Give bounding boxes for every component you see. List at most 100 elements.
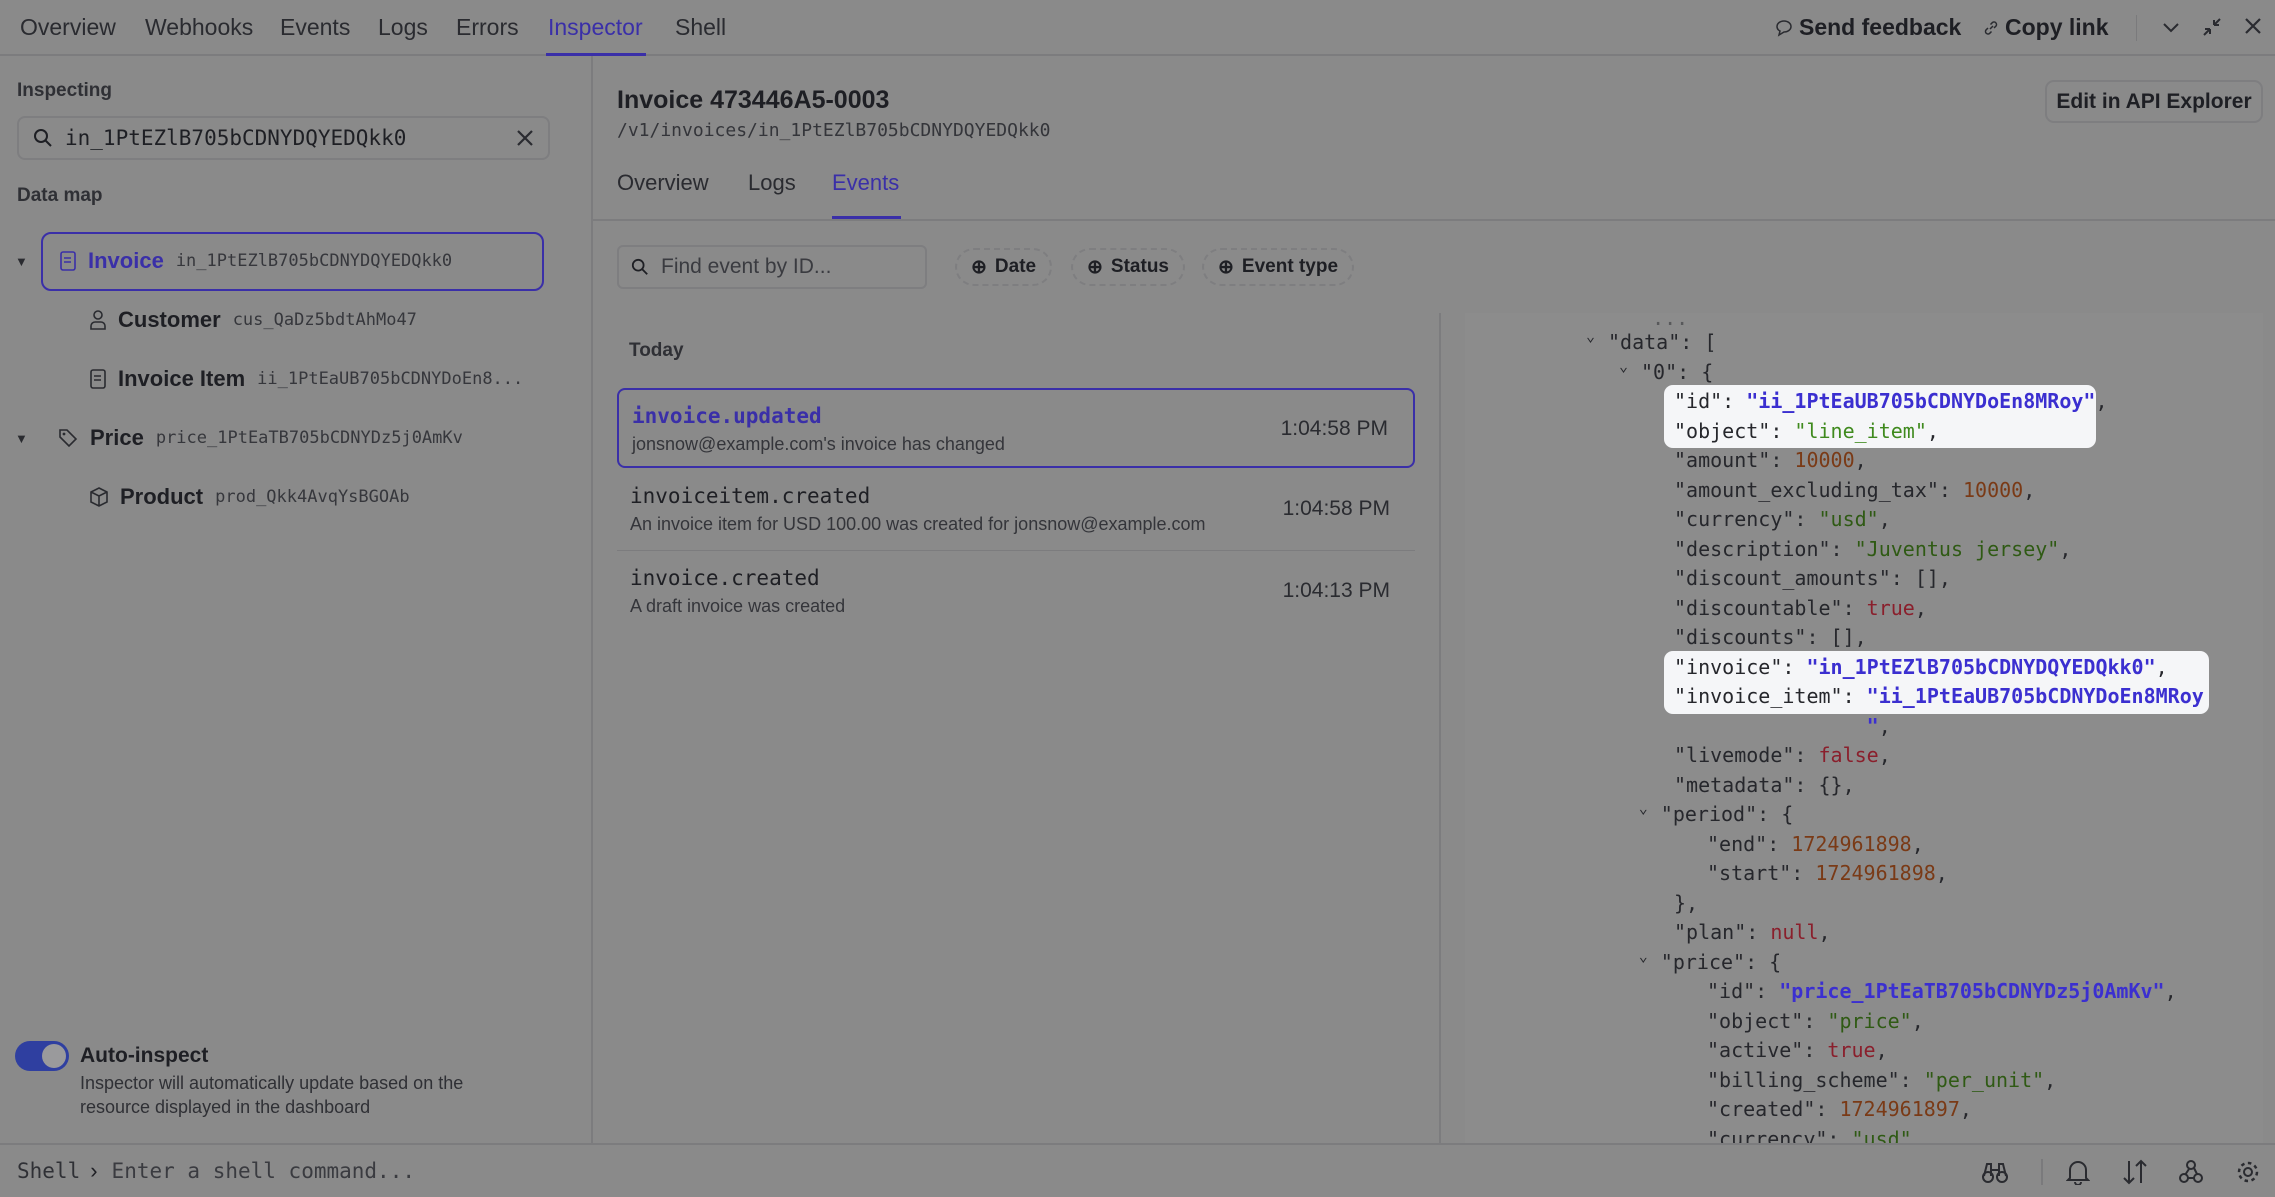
nav-tab-shell[interactable]: Shell bbox=[675, 14, 726, 41]
nav-tab-overview[interactable]: Overview bbox=[20, 14, 116, 41]
event-row[interactable]: invoiceitem.created An invoice item for … bbox=[617, 470, 1415, 550]
json-value: 1724961898 bbox=[1791, 831, 1912, 856]
tree-item-invoice-item[interactable]: Invoice Item ii_1PtEaUB705bCDNYDoEn8... bbox=[90, 366, 523, 392]
json-punct: , bbox=[1878, 713, 1891, 738]
json-key: "period": bbox=[1660, 802, 1782, 826]
json-line: "livemode": false, bbox=[1674, 741, 1891, 770]
auto-inspect-description: resource displayed in the dashboard bbox=[80, 1097, 371, 1117]
nav-tab-logs[interactable]: Logs bbox=[378, 14, 428, 41]
shell-prompt: Shell bbox=[17, 1159, 81, 1183]
tree-item-invoice[interactable]: Invoice in_1PtEZlB705bCDNYDQYEDQkk0 bbox=[60, 248, 452, 274]
chevron-down-icon[interactable]: ⌄ bbox=[1619, 352, 1628, 381]
json-value: [] bbox=[1914, 566, 1939, 590]
json-line: "discountable": true, bbox=[1674, 594, 1927, 623]
chevron-down-icon[interactable] bbox=[2160, 17, 2182, 39]
binoculars-icon[interactable] bbox=[1982, 1160, 2008, 1184]
chevron-right-icon: › bbox=[90, 1158, 98, 1183]
plus-circle-icon: ⊕ bbox=[1218, 256, 1234, 278]
json-key: "billing_scheme": bbox=[1707, 1067, 1924, 1092]
event-json-viewer[interactable]: ... ⌄ "data": [⌄ "0": {"id": "ii_1PtEaUB705… bbox=[1465, 313, 2263, 1143]
json-punct: , bbox=[2023, 477, 2036, 502]
json-punct: , bbox=[1911, 1126, 1924, 1144]
auto-inspect-toggle[interactable] bbox=[15, 1041, 69, 1071]
json-bracket: { bbox=[1781, 802, 1794, 826]
close-icon[interactable] bbox=[2243, 16, 2263, 36]
edit-in-api-explorer-button[interactable]: Edit in API Explorer bbox=[2045, 80, 2263, 123]
filter-status[interactable]: ⊕ Status bbox=[1071, 248, 1185, 286]
json-key: "object": bbox=[1707, 1008, 1828, 1033]
tab-logs[interactable]: Logs bbox=[748, 170, 796, 196]
nav-tab-events[interactable]: Events bbox=[280, 14, 350, 41]
json-key: "active": bbox=[1707, 1038, 1828, 1062]
json-key: "object": bbox=[1674, 418, 1795, 443]
chevron-down-icon[interactable]: ⌄ bbox=[1639, 942, 1648, 971]
caret-down-icon[interactable]: ▼ bbox=[15, 254, 28, 269]
json-key: "created": bbox=[1707, 1097, 1840, 1121]
json-value: "Juventus jersey" bbox=[1854, 536, 2060, 561]
filter-date[interactable]: ⊕ Date bbox=[955, 248, 1053, 286]
nav-tab-errors[interactable]: Errors bbox=[456, 14, 519, 41]
webhook-icon[interactable] bbox=[2178, 1159, 2204, 1185]
box-icon bbox=[90, 487, 108, 507]
json-value: 10000 bbox=[1962, 477, 2024, 502]
speech-bubble-icon bbox=[1775, 19, 1793, 37]
find-event-input[interactable]: Find event by ID... bbox=[617, 245, 927, 289]
shell-input[interactable]: Enter a shell command... bbox=[112, 1159, 415, 1183]
json-line: ⌄ "price": { bbox=[1639, 947, 1781, 977]
tree-item-product[interactable]: Product prod_Qkk4AvqYsBGOAb bbox=[90, 484, 410, 510]
document-icon bbox=[60, 251, 76, 271]
json-value: }, bbox=[1674, 890, 1699, 915]
send-feedback-button[interactable]: Send feedback bbox=[1775, 14, 1961, 41]
json-key: "currency": bbox=[1707, 1126, 1852, 1144]
json-key: "description": bbox=[1674, 536, 1855, 561]
nav-tab-inspector[interactable]: Inspector bbox=[548, 14, 643, 41]
tab-events[interactable]: Events bbox=[832, 170, 899, 196]
json-punct: , bbox=[1854, 448, 1867, 472]
event-row[interactable]: invoice.created A draft invoice was crea… bbox=[617, 552, 1415, 632]
json-value: "usd" bbox=[1851, 1126, 1912, 1144]
clear-icon[interactable] bbox=[516, 129, 534, 147]
inspect-search-input[interactable]: in_1PtEZlB705bCDNYDQYEDQkk0 bbox=[17, 116, 550, 160]
person-icon bbox=[90, 310, 106, 330]
json-key: "price": bbox=[1660, 949, 1770, 974]
bell-icon[interactable] bbox=[2066, 1159, 2090, 1185]
active-tab-indicator bbox=[832, 216, 901, 219]
gear-icon[interactable] bbox=[2235, 1159, 2261, 1185]
tree-item-price[interactable]: Price price_1PtEaTB705bCDNYDz5j0AmKv bbox=[58, 425, 463, 451]
divider bbox=[2041, 1159, 2043, 1185]
chevron-down-icon[interactable]: ⌄ bbox=[1639, 794, 1648, 823]
shell-bar: Shell › Enter a shell command... bbox=[0, 1143, 2275, 1197]
group-label-today: Today bbox=[629, 340, 684, 361]
json-line: "discount_amounts": [], bbox=[1674, 564, 1951, 593]
copy-link-button[interactable]: Copy link bbox=[1983, 14, 2109, 41]
json-line: "billing_scheme": "per_unit", bbox=[1707, 1066, 2056, 1095]
json-line: ⌄ "0": { bbox=[1619, 357, 1714, 387]
tab-overview[interactable]: Overview bbox=[617, 170, 709, 196]
sort-arrows-icon[interactable] bbox=[2122, 1159, 2148, 1185]
json-bracket: { bbox=[1701, 359, 1714, 384]
caret-down-icon[interactable]: ▼ bbox=[15, 431, 28, 446]
json-key: "livemode": bbox=[1674, 743, 1819, 767]
inspector-sidebar bbox=[0, 56, 593, 1143]
json-punct: , bbox=[1911, 831, 1924, 856]
json-value: "per_unit" bbox=[1923, 1067, 2045, 1092]
json-key: "discountable": bbox=[1674, 595, 1867, 620]
json-key: "metadata": bbox=[1674, 772, 1819, 797]
json-punct: , bbox=[1875, 1038, 1888, 1062]
json-line: "plan": null, bbox=[1674, 918, 1831, 947]
json-key: "end": bbox=[1707, 831, 1792, 856]
json-key: "discounts": bbox=[1674, 625, 1831, 649]
minimize-icon[interactable] bbox=[2202, 17, 2222, 37]
filter-event-type[interactable]: ⊕ Event type bbox=[1202, 248, 1355, 286]
json-line: "invoice": "in_1PtEZlB705bCDNYDQYEDQkk0"… bbox=[1674, 653, 2168, 682]
json-line: "description": "Juventus jersey", bbox=[1674, 535, 2071, 564]
nav-tab-webhooks[interactable]: Webhooks bbox=[145, 14, 253, 41]
event-row[interactable]: invoice.updated jonsnow@example.com's in… bbox=[617, 388, 1415, 468]
top-nav: Overview Webhooks Events Logs Errors Ins… bbox=[0, 0, 2275, 56]
chevron-down-icon[interactable]: ⌄ bbox=[1586, 322, 1595, 351]
json-line: "metadata": {}, bbox=[1674, 771, 1855, 800]
json-punct: , bbox=[1935, 861, 1948, 885]
json-punct: , bbox=[2044, 1067, 2057, 1092]
tree-item-customer[interactable]: Customer cus_QaDz5bdtAhMo47 bbox=[90, 307, 417, 333]
json-value: 1724961898 bbox=[1815, 861, 1936, 885]
